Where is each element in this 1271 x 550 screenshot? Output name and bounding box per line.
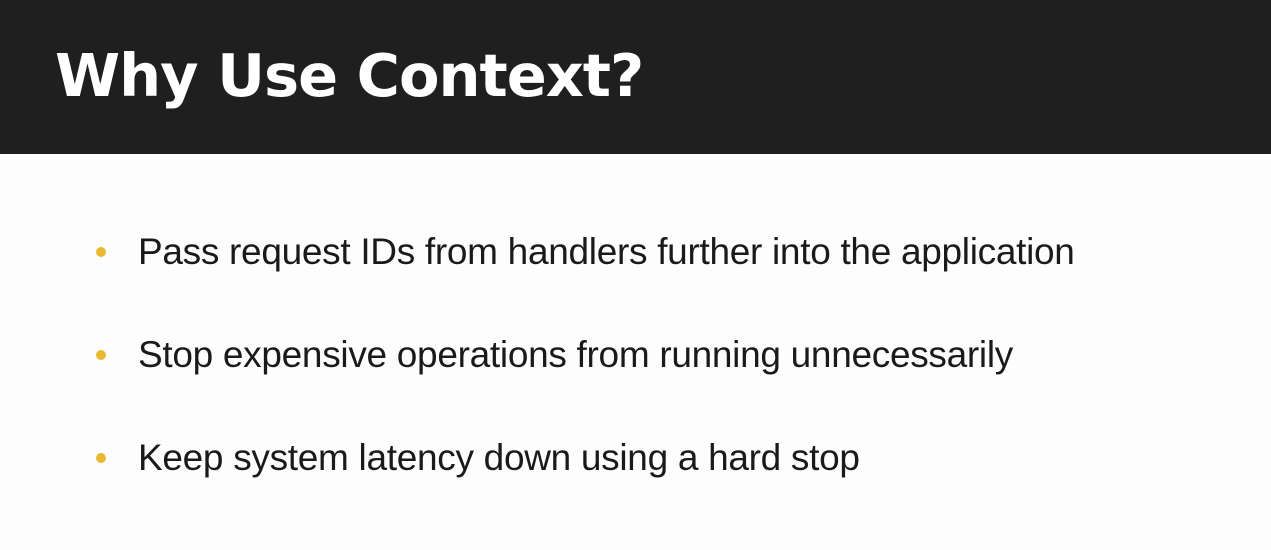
bullet-text: Keep system latency down using a hard st…: [138, 437, 860, 478]
bullet-text: Pass request IDs from handlers further i…: [138, 231, 1075, 272]
bullet-text: Stop expensive operations from running u…: [138, 334, 1013, 375]
header-bar: Why Use Context?: [0, 0, 1271, 154]
bullet-dot-icon: [96, 247, 106, 257]
bullet-dot-icon: [96, 350, 106, 360]
slide: Why Use Context? Pass request IDs from h…: [0, 0, 1271, 550]
bullet-dot-icon: [96, 453, 106, 463]
slide-title: Why Use Context?: [55, 41, 644, 110]
